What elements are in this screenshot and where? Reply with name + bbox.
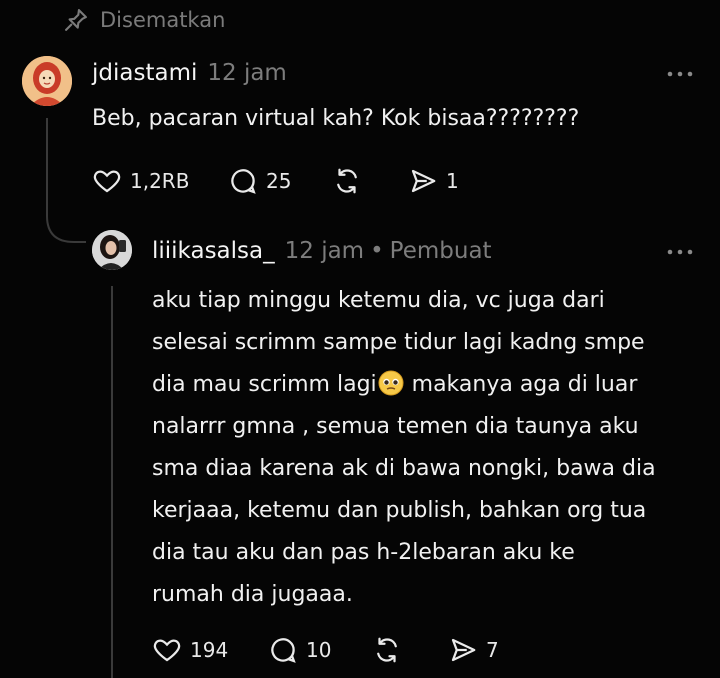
heart-icon xyxy=(93,170,121,193)
thread-line-curve xyxy=(46,196,86,243)
post-more-button[interactable] xyxy=(667,60,693,85)
reply-header: liiikasalsa_ 12 jam • Pembuat xyxy=(152,238,492,264)
reply-username[interactable]: liiikasalsa_ xyxy=(152,238,275,264)
post-comment-button[interactable]: 25 xyxy=(228,166,291,196)
reply-comment-button[interactable]: 10 xyxy=(268,635,331,665)
avatar-jdiastami[interactable] xyxy=(22,56,72,106)
reply-comment-count: 10 xyxy=(306,638,332,662)
send-icon xyxy=(451,638,476,662)
reply-time: 12 jam xyxy=(284,238,365,264)
post-like-button[interactable]: 1,2RB xyxy=(92,166,189,196)
avatar-liiikasalsa[interactable] xyxy=(92,230,132,270)
comment-icon xyxy=(231,169,256,194)
repost-icon xyxy=(337,168,357,194)
pin-icon xyxy=(65,9,87,31)
post-header: jdiastami 12 jam xyxy=(92,60,287,86)
repost-icon xyxy=(377,637,397,663)
reply-share-count: 7 xyxy=(486,638,499,662)
post-text: Beb, pacaran virtual kah? Kok bisaa?????… xyxy=(92,106,580,131)
reply-line: dia tau aku dan pas h-2lebaran aku ke xyxy=(152,540,575,565)
heart-icon xyxy=(153,639,181,662)
reply-more-button[interactable] xyxy=(667,238,693,263)
reply-share-button[interactable]: 7 xyxy=(448,635,499,665)
post-share-button[interactable]: 1 xyxy=(408,166,459,196)
reply-line-part: makanya aga di luar xyxy=(404,372,638,397)
reply-like-count: 194 xyxy=(190,638,229,662)
reply-line: dia mau scrimm lagi makanya aga di luar xyxy=(152,364,712,406)
reply-line: selesai scrimm sampe tidur lagi kadng sm… xyxy=(152,330,645,355)
send-icon xyxy=(411,169,436,193)
comment-icon xyxy=(271,638,296,663)
reply-author-badge: Pembuat xyxy=(389,238,492,264)
reply-separator: • xyxy=(370,238,384,264)
reply-line: aku tiap minggu ketemu dia, vc juga dari xyxy=(152,288,605,313)
reply-line: rumah dia jugaaa. xyxy=(152,582,353,607)
pinned-label: Disematkan xyxy=(100,8,226,32)
reply-text: aku tiap minggu ketemu dia, vc juga dari… xyxy=(152,280,712,616)
avatar-image xyxy=(92,230,132,270)
pleading-face-emoji-icon xyxy=(378,370,404,396)
post-repost-button[interactable] xyxy=(332,166,362,196)
post-share-count: 1 xyxy=(446,169,459,193)
more-icon xyxy=(667,71,693,77)
reply-line: nalarrr gmna , semua temen dia taunya ak… xyxy=(152,414,639,439)
reply-repost-button[interactable] xyxy=(372,635,402,665)
reply-line: kerjaaa, ketemu dan publish, bahkan org … xyxy=(152,498,647,523)
post-time: 12 jam xyxy=(207,60,287,86)
reply-line: sma diaa karena ak di bawa nongki, bawa … xyxy=(152,456,656,481)
post-like-count: 1,2RB xyxy=(130,169,190,193)
reply-thread-line xyxy=(111,286,113,678)
more-icon xyxy=(667,249,693,255)
reply-line-part: dia mau scrimm lagi xyxy=(152,372,377,397)
avatar-image xyxy=(22,56,72,106)
thread-line-vertical xyxy=(46,118,48,208)
post-comment-count: 25 xyxy=(266,169,292,193)
reply-like-button[interactable]: 194 xyxy=(152,635,228,665)
post-username[interactable]: jdiastami xyxy=(92,60,197,86)
pinned-header: Disematkan xyxy=(62,6,225,34)
